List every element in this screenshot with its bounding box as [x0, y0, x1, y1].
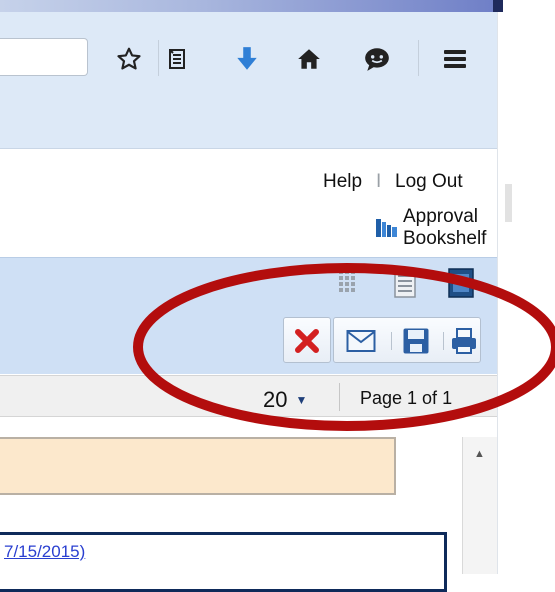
detail-view-icon[interactable] — [448, 268, 474, 298]
help-link[interactable]: Help — [323, 171, 362, 193]
caret-down-icon: ▼ — [295, 393, 308, 407]
home-icon[interactable] — [292, 44, 326, 74]
list-view-icon[interactable] — [394, 268, 416, 298]
action-button-group — [283, 317, 483, 363]
delete-button[interactable] — [283, 317, 331, 363]
bookmark-star-icon[interactable] — [114, 44, 144, 74]
address-bar[interactable] — [0, 38, 88, 76]
browser-toolbar — [0, 12, 497, 148]
delete-icon — [294, 328, 320, 359]
approval-bookshelf-link[interactable]: Approval Bookshelf — [375, 206, 555, 250]
logout-link[interactable]: Log Out — [395, 171, 463, 193]
window-gutter — [497, 12, 555, 574]
toolbar-divider — [0, 148, 497, 149]
save-icon[interactable] — [402, 327, 430, 360]
print-icon[interactable] — [450, 327, 478, 360]
chat-icon[interactable] — [360, 44, 394, 74]
list-item — [0, 532, 447, 592]
toolbar-separator — [418, 40, 419, 76]
page-size-select[interactable]: 20 ▼ — [263, 387, 307, 413]
scroll-up-icon[interactable]: ▲ — [474, 448, 485, 460]
button-separator — [443, 332, 444, 350]
link-separator: I — [376, 171, 382, 192]
download-icon[interactable] — [230, 44, 264, 74]
page-size-value: 20 — [263, 387, 288, 412]
bookshelf-label: Approval Bookshelf — [403, 206, 487, 249]
email-icon[interactable] — [346, 329, 376, 358]
menu-icon[interactable] — [438, 44, 472, 74]
bookshelf-icon — [375, 217, 399, 239]
list-header-panel — [0, 437, 396, 495]
page-indicator: Page 1 of 1 — [360, 388, 453, 408]
toolbar-separator — [158, 40, 159, 76]
record-link[interactable]: 7/15/2015) — [4, 542, 85, 562]
window-title-strip — [0, 0, 497, 12]
grid-view-icon[interactable] — [338, 268, 360, 298]
window-gutter-border — [497, 12, 498, 574]
pager-separator — [339, 383, 340, 411]
button-separator — [391, 332, 392, 350]
reading-list-icon[interactable] — [162, 44, 192, 74]
file-actions-button — [333, 317, 481, 363]
